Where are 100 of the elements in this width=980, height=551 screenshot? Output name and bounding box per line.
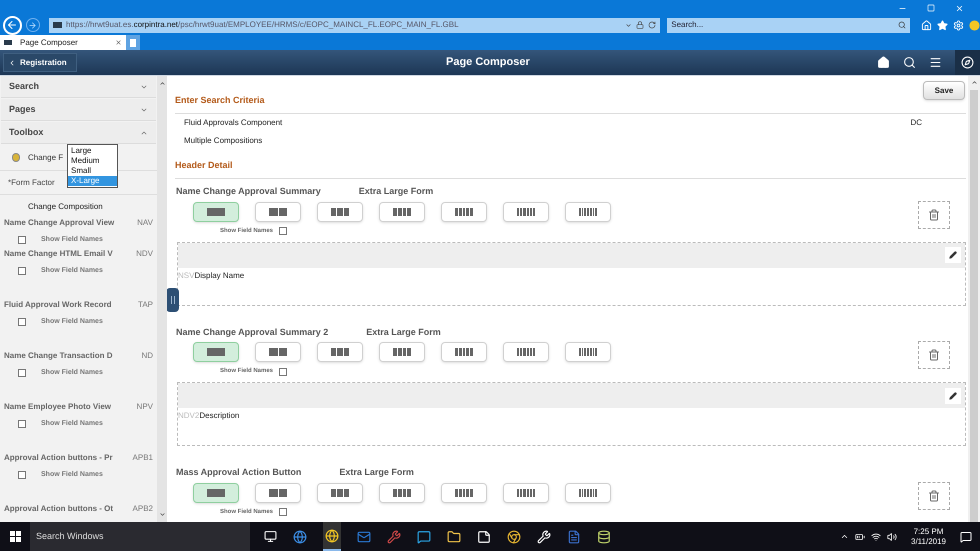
search-field[interactable]: Search... bbox=[667, 18, 910, 32]
layout-button[interactable] bbox=[565, 482, 611, 502]
back-arrow-icon bbox=[6, 19, 18, 31]
maximize-icon[interactable] bbox=[927, 4, 935, 12]
trash-icon bbox=[928, 490, 940, 502]
columns-icon bbox=[455, 208, 473, 216]
database-icon[interactable] bbox=[597, 530, 611, 544]
checkbox[interactable] bbox=[279, 508, 288, 516]
accordion-header[interactable]: Pages bbox=[1, 99, 156, 121]
edit-button[interactable] bbox=[945, 388, 961, 404]
edit-button[interactable] bbox=[945, 247, 961, 263]
browser-tab[interactable]: Page Composer bbox=[0, 35, 126, 50]
scroll-thumb[interactable] bbox=[970, 90, 978, 522]
site-icon bbox=[52, 22, 62, 28]
checkbox[interactable] bbox=[18, 420, 26, 428]
delete-button[interactable] bbox=[918, 341, 950, 369]
checkbox[interactable] bbox=[18, 236, 26, 244]
taskbar-search[interactable]: Search Windows bbox=[30, 522, 250, 551]
layout-button[interactable] bbox=[379, 342, 425, 362]
layout-button[interactable] bbox=[317, 482, 363, 502]
site-icon bbox=[4, 40, 12, 45]
layout-button[interactable] bbox=[317, 202, 363, 222]
checkbox[interactable] bbox=[18, 318, 26, 326]
layout-button[interactable] bbox=[193, 202, 239, 222]
field-name: Display Name bbox=[194, 270, 244, 282]
checkbox[interactable] bbox=[18, 471, 26, 480]
document-icon[interactable] bbox=[567, 530, 581, 544]
address-bar[interactable]: https://hrwt9uat.es.corpintra.net/psc/hrwt9uat/EMPLOYEE/HRMS/c/EOPC_MAINCL_FL.EOPC_MAIN_FL.GBL bbox=[48, 18, 660, 32]
back-button[interactable]: Registration bbox=[3, 53, 77, 72]
dropdown-option[interactable]: Small bbox=[68, 166, 117, 176]
back-button[interactable] bbox=[3, 16, 22, 34]
layout-button[interactable] bbox=[379, 482, 425, 502]
star-icon[interactable] bbox=[937, 20, 948, 30]
navigator-button[interactable] bbox=[955, 50, 980, 75]
checkbox[interactable] bbox=[279, 368, 288, 376]
composition-name: Name Change Transaction D bbox=[4, 350, 112, 362]
layout-button[interactable] bbox=[441, 202, 487, 222]
refresh-icon[interactable] bbox=[648, 21, 656, 29]
columns-icon bbox=[455, 488, 473, 496]
composition-title: Name Change Approval Summary 2 bbox=[176, 326, 328, 339]
browser-icon[interactable] bbox=[323, 522, 341, 551]
dropdown-option[interactable]: Large bbox=[68, 146, 117, 156]
layout-button[interactable] bbox=[193, 482, 239, 502]
layout-button[interactable] bbox=[193, 342, 239, 362]
layout-button[interactable] bbox=[441, 342, 487, 362]
save-button[interactable]: Save bbox=[923, 81, 965, 100]
clock[interactable]: 7:25 PM 3/11/2019 bbox=[911, 526, 946, 546]
scroll-up-icon[interactable] bbox=[970, 79, 978, 86]
volume-icon[interactable] bbox=[887, 532, 897, 542]
dropdown-option[interactable]: Medium bbox=[68, 156, 117, 166]
splitter-handle[interactable] bbox=[167, 288, 179, 312]
layout-button[interactable] bbox=[379, 202, 425, 222]
layout-button[interactable] bbox=[503, 482, 549, 502]
chat-icon[interactable] bbox=[417, 530, 431, 544]
settings-icon[interactable] bbox=[953, 20, 964, 30]
composition-code: NAV bbox=[137, 217, 153, 229]
tool-label[interactable]: Change F bbox=[28, 152, 64, 164]
search-icon[interactable] bbox=[898, 21, 906, 29]
layout-button[interactable] bbox=[441, 482, 487, 502]
form-label: Extra Large Form bbox=[358, 185, 434, 198]
accordion-header[interactable]: Search bbox=[1, 76, 156, 98]
form-label: Extra Large Form bbox=[366, 326, 441, 339]
delete-button[interactable] bbox=[918, 482, 950, 510]
search-icon[interactable] bbox=[903, 56, 916, 69]
mail-icon[interactable] bbox=[357, 530, 371, 544]
dropdown-icon[interactable] bbox=[625, 22, 632, 28]
layout-button[interactable] bbox=[565, 202, 611, 222]
layout-button[interactable] bbox=[503, 342, 549, 362]
checkbox[interactable] bbox=[18, 369, 26, 378]
delete-button[interactable] bbox=[918, 200, 950, 228]
task-view-icon[interactable] bbox=[264, 530, 277, 543]
composition-code: APB1 bbox=[132, 452, 153, 464]
wifi-icon[interactable] bbox=[871, 532, 881, 542]
columns-icon bbox=[207, 488, 225, 496]
compass-icon bbox=[961, 56, 974, 69]
page-title: Page Composer bbox=[446, 55, 530, 70]
columns-icon bbox=[517, 488, 535, 496]
browser-icon[interactable] bbox=[293, 530, 307, 544]
close-icon[interactable] bbox=[115, 39, 122, 46]
layout-button[interactable] bbox=[503, 202, 549, 222]
menu-icon[interactable] bbox=[929, 56, 942, 69]
new-tab-button[interactable] bbox=[126, 35, 140, 50]
layout-button[interactable] bbox=[255, 202, 301, 222]
checkbox[interactable] bbox=[18, 267, 26, 276]
layout-button[interactable] bbox=[565, 342, 611, 362]
chevron-icon[interactable] bbox=[840, 532, 849, 541]
battery-icon[interactable] bbox=[855, 532, 865, 542]
layout-button[interactable] bbox=[317, 342, 363, 362]
checkbox[interactable] bbox=[279, 227, 288, 235]
accordion-header[interactable]: Toolbox bbox=[1, 122, 156, 144]
criteria-label: Fluid Approvals Component bbox=[184, 117, 282, 129]
note-icon[interactable] bbox=[477, 530, 491, 544]
folder-icon[interactable] bbox=[447, 530, 461, 544]
layout-button[interactable] bbox=[255, 482, 301, 502]
layout-button[interactable] bbox=[255, 342, 301, 362]
scroll-up-icon[interactable] bbox=[158, 80, 166, 87]
home-icon[interactable] bbox=[877, 56, 890, 69]
notifications-icon[interactable] bbox=[960, 530, 972, 542]
scroll-down-icon[interactable] bbox=[158, 511, 166, 518]
composition-name: Approval Action buttons - Ot bbox=[4, 503, 114, 515]
